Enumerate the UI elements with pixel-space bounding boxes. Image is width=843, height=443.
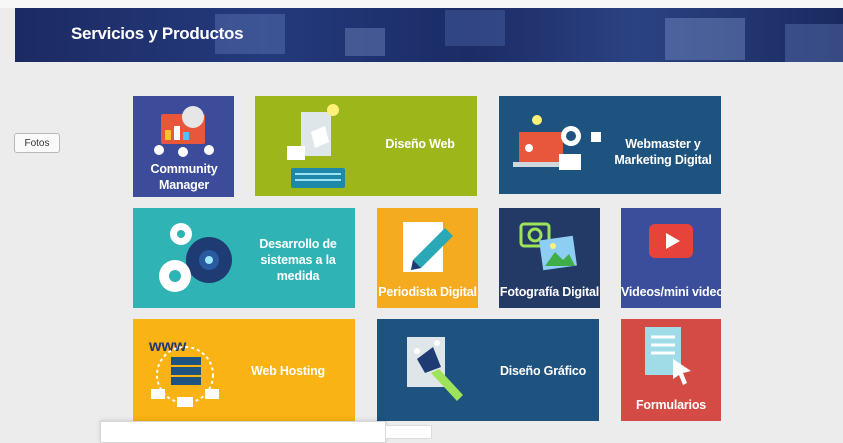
play-video-icon — [649, 224, 693, 258]
tile-label: Fotografía Digital — [499, 285, 600, 299]
tile-label: Diseño Gráfico — [499, 364, 587, 378]
tile-label: Desarrollo de sistemas a la medida — [259, 237, 337, 283]
page-title: Servicios y Productos — [71, 24, 244, 43]
fotos-button[interactable]: Fotos — [14, 133, 60, 153]
bottom-popup-tab[interactable] — [385, 425, 432, 439]
camera-photo-icon — [519, 222, 577, 271]
tile-webmaster-marketing[interactable]: Webmaster y Marketing Digital — [499, 96, 721, 194]
tile-label: Community Manager — [150, 162, 218, 192]
page-header: Servicios y Productos — [15, 8, 843, 62]
gears-icon — [159, 223, 232, 292]
web-design-icon — [287, 104, 345, 188]
tile-label: Diseño Web — [385, 137, 455, 151]
tile-fotografia-digital[interactable]: Fotografía Digital — [499, 208, 600, 308]
marketing-laptop-icon — [513, 115, 601, 170]
tile-web-hosting[interactable]: www Web Hosting — [133, 319, 355, 421]
form-cursor-icon — [645, 327, 691, 385]
pen-tool-icon — [407, 337, 463, 401]
tile-community-manager[interactable]: Community Manager — [133, 96, 234, 197]
tile-label: Videos/mini videos — [621, 285, 721, 299]
bottom-popup[interactable] — [100, 421, 386, 443]
people-chat-icon — [154, 106, 214, 157]
tile-desarrollo-sistemas[interactable]: Desarrollo de sistemas a la medida — [133, 208, 355, 308]
tile-label: Periodista Digital — [378, 285, 477, 299]
top-strip — [0, 0, 843, 8]
tile-diseno-web[interactable]: Diseño Web — [255, 96, 477, 196]
tile-diseno-grafico[interactable]: Diseño Gráfico — [377, 319, 599, 421]
www-server-icon: www — [148, 338, 219, 407]
tile-videos[interactable]: Videos/mini videos — [621, 208, 721, 308]
tile-label: Web Hosting — [251, 364, 325, 378]
tile-label: Webmaster y Marketing Digital — [614, 137, 712, 167]
pencil-document-icon — [403, 222, 453, 272]
tile-periodista-digital[interactable]: Periodista Digital — [377, 208, 478, 308]
tile-label: Formularios — [635, 398, 707, 412]
tile-formularios[interactable]: Formularios — [621, 319, 721, 421]
